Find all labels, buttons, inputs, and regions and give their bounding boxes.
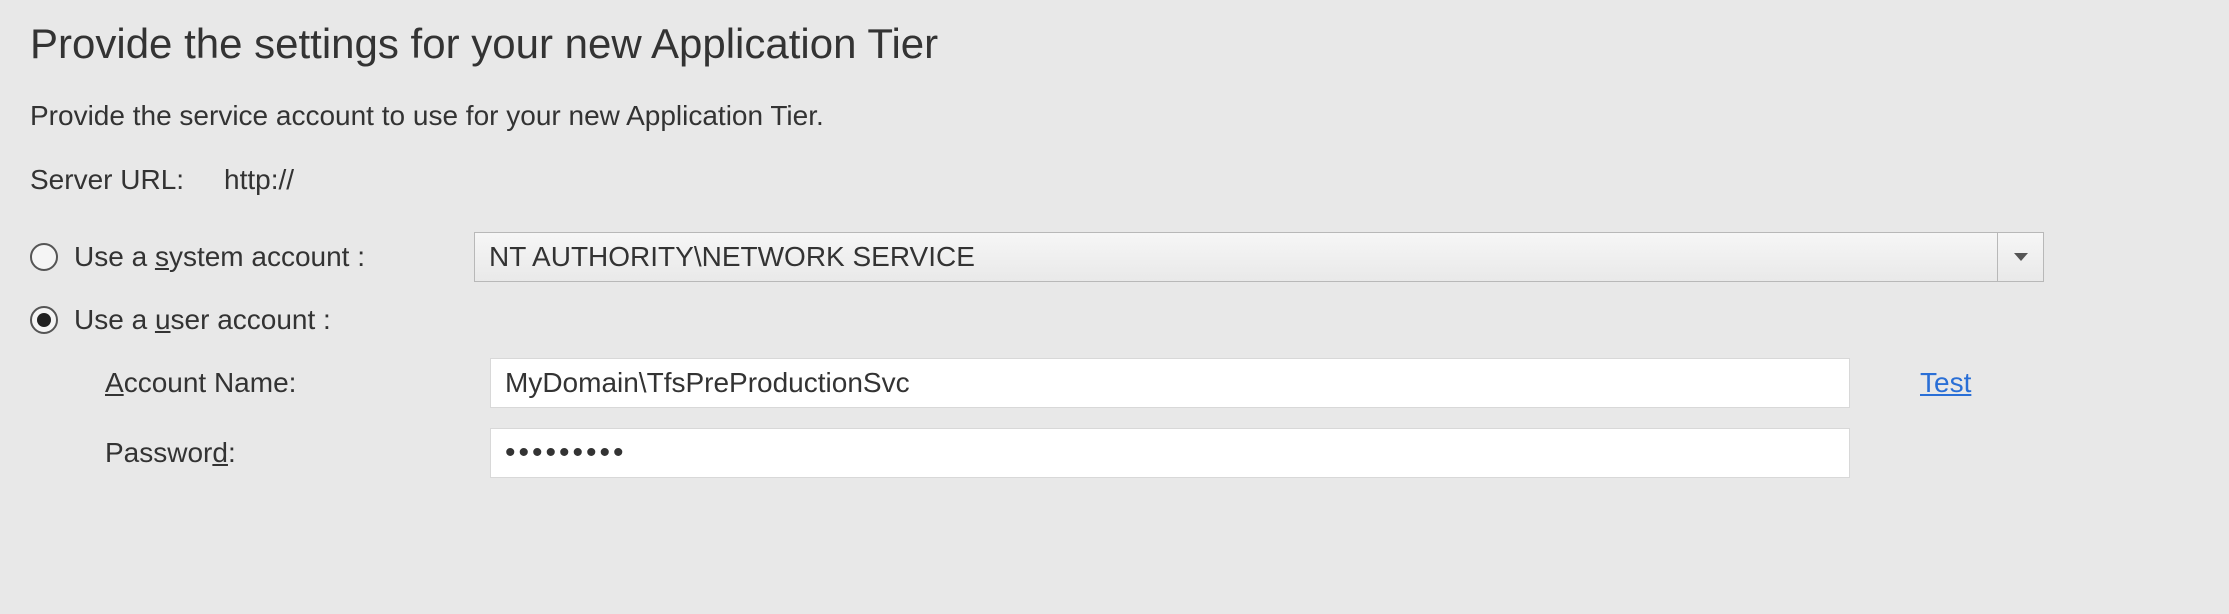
access-key: d <box>212 437 228 468</box>
access-key: u <box>155 304 171 335</box>
page-title: Provide the settings for your new Applic… <box>30 20 2199 68</box>
system-account-select[interactable]: NT AUTHORITY\NETWORK SERVICE <box>474 232 2044 282</box>
user-account-radio-label[interactable]: Use a user account : <box>74 304 474 336</box>
user-account-row: Use a user account : <box>30 304 2199 336</box>
password-label: Password: <box>30 437 490 469</box>
page-subtitle: Provide the service account to use for y… <box>30 100 2199 132</box>
label-part: Use a <box>74 304 155 335</box>
access-key: s <box>155 241 169 272</box>
test-link[interactable]: Test <box>1920 367 1971 399</box>
system-account-radio[interactable] <box>30 243 58 271</box>
label-part: Use a <box>74 241 155 272</box>
account-name-input[interactable] <box>490 358 1850 408</box>
system-account-radio-label[interactable]: Use a system account : <box>74 241 474 273</box>
account-name-row: Account Name: Test <box>30 358 2199 408</box>
password-input[interactable] <box>490 428 1850 478</box>
label-part: ser account : <box>171 304 331 335</box>
label-part: : <box>228 437 236 468</box>
system-account-select-value: NT AUTHORITY\NETWORK SERVICE <box>475 233 1997 281</box>
access-key: A <box>105 367 124 398</box>
label-part: ccount Name: <box>124 367 297 398</box>
dropdown-arrow-button[interactable] <box>1997 233 2043 281</box>
system-account-row: Use a system account : NT AUTHORITY\NETW… <box>30 232 2199 282</box>
chevron-down-icon <box>2013 252 2029 262</box>
label-part: Passwor <box>105 437 212 468</box>
user-account-radio[interactable] <box>30 306 58 334</box>
server-url-row: Server URL: http:// <box>30 164 2199 196</box>
server-url-value: http:// <box>224 164 294 196</box>
account-name-label: Account Name: <box>30 367 490 399</box>
password-row: Password: <box>30 428 2199 478</box>
label-part: ystem account : <box>169 241 365 272</box>
server-url-label: Server URL: <box>30 164 224 196</box>
